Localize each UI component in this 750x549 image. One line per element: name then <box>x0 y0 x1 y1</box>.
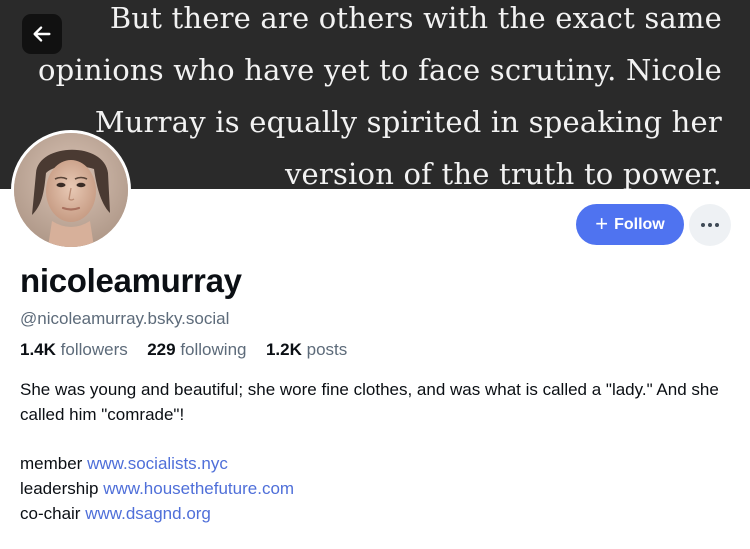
followers-count: 1.4K <box>20 340 56 359</box>
bio-link-prefix: leadership <box>20 479 99 498</box>
profile-stats: 1.4K followers 229 following 1.2K posts <box>20 340 347 360</box>
bio-link-prefix: member <box>20 454 83 473</box>
profile-handle[interactable]: @nicoleamurray.bsky.social <box>20 309 229 329</box>
followers-label: followers <box>60 340 128 359</box>
following-count: 229 <box>147 340 176 359</box>
back-button[interactable] <box>22 14 62 54</box>
profile-bio: She was young and beautiful; she wore fi… <box>20 380 719 424</box>
more-options-button[interactable] <box>689 204 731 246</box>
posts-count: 1.2K <box>265 340 302 359</box>
bio-link[interactable]: www.dsagnd.org <box>85 504 211 523</box>
posts-stat: 1.2K posts <box>266 340 347 359</box>
arrow-left-icon <box>33 26 51 42</box>
more-horizontal-icon <box>701 223 719 227</box>
bio-link-line: leadership www.housethefuture.com <box>20 476 294 501</box>
following-label: following <box>180 340 247 359</box>
follow-label: Follow <box>614 215 665 233</box>
plus-icon: + <box>595 210 609 236</box>
display-name: nicoleamurray <box>20 262 242 299</box>
banner-line: Murray is equally spirited in speaking h… <box>94 105 722 139</box>
bio-link-line: member www.socialists.nyc <box>20 451 294 476</box>
bio-link[interactable]: www.socialists.nyc <box>87 454 228 473</box>
posts-label: posts <box>306 340 348 359</box>
bio-link-line: co-chair www.dsagnd.org <box>20 501 294 526</box>
follow-button[interactable]: + Follow <box>576 204 684 245</box>
banner-line: But there are others with the exact same <box>109 1 722 35</box>
followers-link[interactable]: 1.4K followers <box>20 340 132 359</box>
avatar[interactable] <box>11 130 131 250</box>
banner-line: opinions who have yet to face scrutiny. … <box>37 53 722 87</box>
bio-link-prefix: co-chair <box>20 504 81 523</box>
bio-links: member www.socialists.nyc leadership www… <box>20 451 294 526</box>
bio-link[interactable]: www.housethefuture.com <box>103 479 294 498</box>
following-link[interactable]: 229 following <box>147 340 251 359</box>
avatar-photo <box>14 133 128 247</box>
